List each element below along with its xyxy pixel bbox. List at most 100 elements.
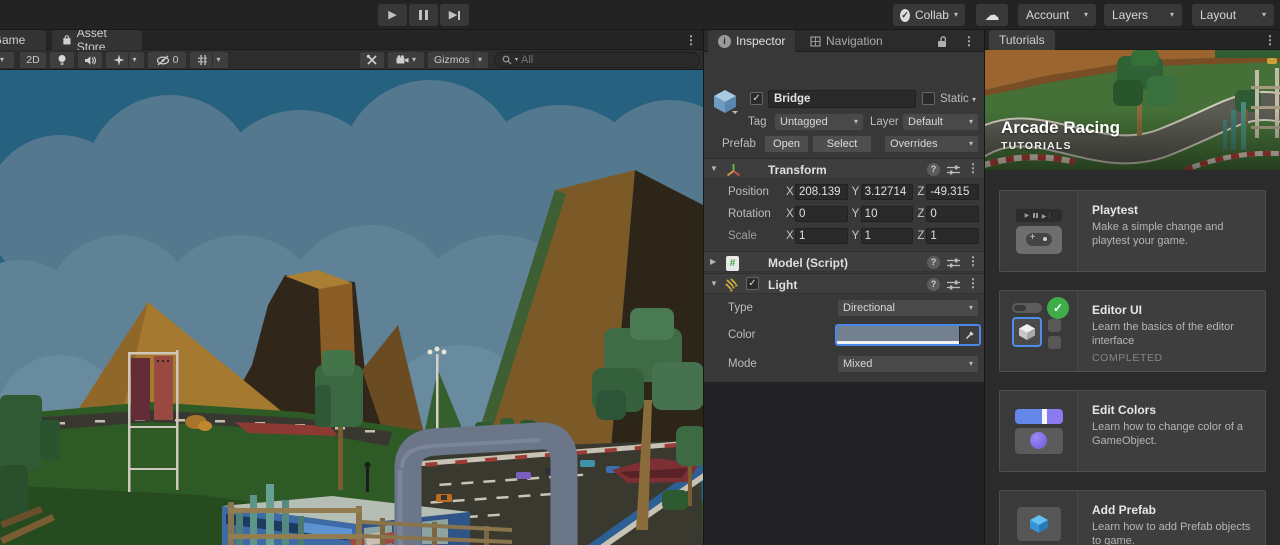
main-toolbar: ▶ ▶ ✓ Collab ▾ ☁ Account ▾ Layers ▾ Layo… bbox=[0, 0, 1280, 30]
account-label: Account bbox=[1026, 8, 1070, 22]
collab-button[interactable]: ✓ Collab ▾ bbox=[893, 4, 965, 26]
scene-visibility-button[interactable]: 0 bbox=[148, 52, 186, 68]
prefab-overrides-dropdown[interactable]: Overrides ▾ bbox=[884, 135, 979, 153]
presets-icon[interactable] bbox=[947, 258, 960, 268]
light-mode-dropdown[interactable]: Mixed ▾ bbox=[837, 355, 979, 373]
card-title: Add Prefab bbox=[1092, 503, 1157, 517]
tool-settings-button[interactable] bbox=[360, 52, 384, 68]
position-z-field[interactable]: -49.315 bbox=[926, 184, 980, 200]
card-title: Edit Colors bbox=[1092, 403, 1157, 417]
scale-z-field[interactable]: 1 bbox=[926, 228, 980, 244]
eyedropper-icon bbox=[965, 331, 973, 339]
transform-title: Transform bbox=[768, 163, 827, 177]
static-checkbox[interactable]: ✓ bbox=[922, 92, 935, 105]
grid-settings-button[interactable]: ▾ bbox=[190, 52, 228, 68]
layout-dropdown[interactable]: Layout ▾ bbox=[1192, 4, 1274, 26]
chevron-down-icon: ▾ bbox=[1083, 10, 1088, 19]
eyedropper-button[interactable] bbox=[959, 326, 979, 344]
tutorial-card-editor-ui[interactable]: ✓ Editor UI Learn the basics of the edit… bbox=[999, 290, 1266, 372]
game-tabstrip: Game Asset Store ⋮ bbox=[0, 30, 703, 54]
tutorial-card-edit-colors[interactable]: Edit Colors Learn how to change color of… bbox=[999, 390, 1266, 472]
presets-icon[interactable] bbox=[947, 165, 960, 175]
rotation-z-field[interactable]: 0 bbox=[926, 206, 980, 222]
search-input[interactable] bbox=[521, 54, 672, 66]
model-script-header[interactable]: ▶ # Model (Script) ? ⋮ bbox=[704, 251, 984, 272]
completed-check-icon: ✓ bbox=[1047, 297, 1069, 319]
tab-inspector[interactable]: i Inspector bbox=[708, 30, 796, 52]
card-description: Learn the basics of the editor interface bbox=[1092, 321, 1234, 348]
tab-game[interactable]: Game bbox=[0, 30, 46, 50]
scene-search-field[interactable]: ▾ bbox=[494, 52, 700, 68]
2d-toggle-button[interactable]: 2D bbox=[20, 52, 46, 68]
chevron-down-icon: ▾ bbox=[0, 55, 4, 64]
pause-button[interactable] bbox=[409, 4, 438, 26]
tutorial-card-add-prefab[interactable]: ↑ Add Prefab Learn how to add Prefab obj… bbox=[999, 490, 1266, 545]
game-panel-menu-icon[interactable]: ⋮ bbox=[684, 33, 698, 47]
layers-dropdown[interactable]: Layers ▾ bbox=[1104, 4, 1182, 26]
model-script-menu-icon[interactable]: ⋮ bbox=[966, 254, 980, 268]
chevron-down-icon: ▾ bbox=[853, 117, 858, 126]
position-y-field[interactable]: 3.12714 bbox=[860, 184, 914, 200]
step-button[interactable]: ▶ bbox=[440, 4, 469, 26]
help-icon[interactable]: ? bbox=[927, 163, 940, 176]
audio-toggle-button[interactable] bbox=[78, 52, 102, 68]
account-dropdown[interactable]: Account ▾ bbox=[1018, 4, 1096, 26]
tag-dropdown[interactable]: Untagged ▾ bbox=[774, 113, 864, 131]
unity-editor-window: ▶ ▶ ✓ Collab ▾ ☁ Account ▾ Layers ▾ Layo… bbox=[0, 0, 1280, 545]
layer-value: Default bbox=[908, 116, 943, 128]
light-title: Light bbox=[768, 278, 798, 292]
lighting-toggle-button[interactable] bbox=[50, 52, 74, 68]
chevron-down-icon: ▾ bbox=[968, 117, 973, 126]
light-color-field[interactable] bbox=[835, 324, 981, 346]
transform-header[interactable]: ▼ Transform ? ⋮ bbox=[704, 158, 984, 179]
card-title: Playtest bbox=[1092, 203, 1139, 217]
draw-mode-dropdown[interactable]: ▾ bbox=[0, 52, 14, 68]
play-button[interactable]: ▶ bbox=[378, 4, 407, 26]
mini-playbar-icon: ▶ ▶｜ bbox=[1015, 208, 1062, 222]
unlock-icon[interactable] bbox=[936, 35, 948, 48]
light-menu-icon[interactable]: ⋮ bbox=[966, 276, 980, 290]
foldout-closed-icon[interactable]: ▶ bbox=[710, 258, 716, 266]
tab-navigation[interactable]: Navigation bbox=[800, 30, 893, 52]
inspector-content: ✓ ✓ Static ▾ Tag Untagged ▾ Layer Default… bbox=[704, 52, 984, 382]
light-enabled-checkbox[interactable]: ✓ bbox=[746, 277, 759, 290]
foldout-open-icon[interactable]: ▼ bbox=[710, 165, 718, 173]
rotation-y-field[interactable]: 10 bbox=[860, 206, 914, 222]
model-script-title: Model (Script) bbox=[768, 256, 848, 270]
help-icon[interactable]: ? bbox=[927, 256, 940, 269]
scale-x-field[interactable]: 1 bbox=[795, 228, 848, 244]
light-header[interactable]: ▼ ✓ Light ? ⋮ bbox=[704, 273, 984, 294]
rotation-x-field[interactable]: 0 bbox=[795, 206, 848, 222]
tutorial-card-playtest[interactable]: ▶▶｜ Playtest Make a simple change and pl… bbox=[999, 190, 1266, 272]
grid-icon bbox=[198, 55, 209, 65]
tab-tutorials[interactable]: Tutorials bbox=[989, 30, 1055, 50]
chevron-down-icon: ▾ bbox=[132, 55, 137, 64]
card-thumbnail bbox=[1000, 391, 1078, 471]
presets-icon[interactable] bbox=[947, 280, 960, 290]
scale-y-field[interactable]: 1 bbox=[860, 228, 914, 244]
foldout-open-icon[interactable]: ▼ bbox=[710, 280, 718, 288]
gizmos-dropdown[interactable]: Gizmos ▾ bbox=[428, 52, 488, 68]
light-type-dropdown[interactable]: Directional ▾ bbox=[837, 299, 979, 317]
camera-settings-button[interactable]: ▾ bbox=[388, 52, 424, 68]
inspector-menu-icon[interactable]: ⋮ bbox=[962, 34, 976, 48]
inspector-panel: i Inspector Navigation ⋮ ✓ ✓ Static ▾ bbox=[703, 30, 984, 545]
color-swatch[interactable] bbox=[837, 326, 959, 344]
cloud-services-button[interactable]: ☁ bbox=[976, 4, 1008, 26]
ui-block-icon bbox=[1048, 319, 1061, 332]
position-x-field[interactable]: 208.139 bbox=[795, 184, 848, 200]
effects-dropdown-button[interactable]: ▾ bbox=[106, 52, 144, 68]
static-dropdown-icon[interactable]: ▾ bbox=[972, 96, 976, 104]
tab-asset-store[interactable]: Asset Store bbox=[52, 30, 142, 54]
light-color-label: Color bbox=[728, 329, 756, 341]
chevron-down-icon: ▾ bbox=[411, 55, 416, 64]
prefab-open-button[interactable]: Open bbox=[764, 135, 809, 153]
transform-menu-icon[interactable]: ⋮ bbox=[966, 161, 980, 175]
gameobject-cube-icon[interactable] bbox=[712, 88, 738, 114]
tutorials-menu-icon[interactable]: ⋮ bbox=[1263, 33, 1277, 47]
help-icon[interactable]: ? bbox=[927, 278, 940, 291]
layer-dropdown[interactable]: Default ▾ bbox=[902, 113, 979, 131]
prefab-select-button[interactable]: Select bbox=[812, 135, 872, 153]
gameobject-active-checkbox[interactable]: ✓ bbox=[750, 92, 763, 105]
gameobject-name-field[interactable] bbox=[768, 90, 916, 108]
